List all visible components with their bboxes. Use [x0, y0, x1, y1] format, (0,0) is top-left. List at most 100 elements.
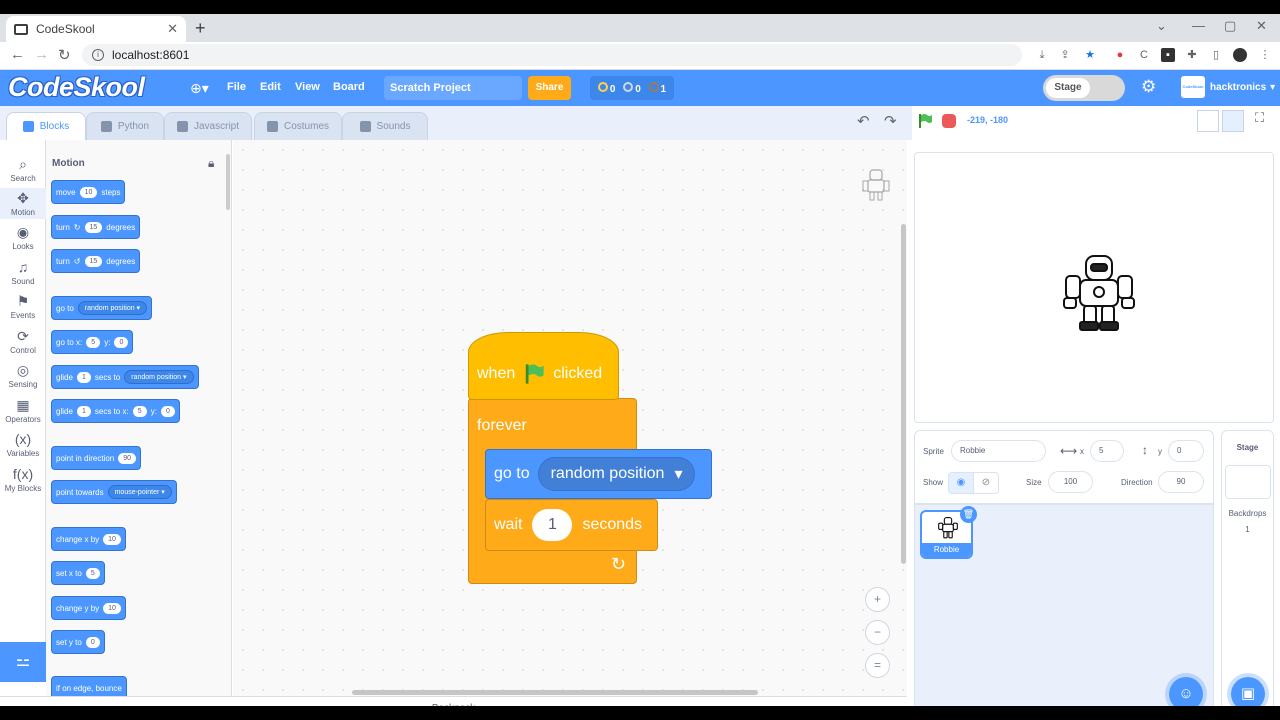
normal-stage-button[interactable]: [1222, 110, 1244, 132]
profile-avatar-icon[interactable]: [1233, 48, 1247, 62]
move-steps-input[interactable]: 10: [79, 186, 98, 198]
tab-blocks[interactable]: Blocks: [6, 112, 86, 140]
choose-sprite-button[interactable]: ☺: [1169, 677, 1203, 706]
maximize-icon[interactable]: ▢: [1224, 18, 1236, 34]
stage-thumbnail[interactable]: [1225, 465, 1271, 499]
direction-input[interactable]: 90: [1158, 471, 1204, 493]
palette-set-y-block[interactable]: set y to 0: [51, 630, 105, 654]
forward-icon[interactable]: →: [34, 46, 49, 63]
stage-mode-toggle[interactable]: Stage: [1043, 75, 1125, 101]
palette-point-direction-block[interactable]: point in direction 90: [51, 446, 142, 470]
robbie-robot-sprite[interactable]: [1060, 252, 1138, 334]
new-tab-button[interactable]: +: [195, 18, 206, 39]
wait-seconds-block[interactable]: wait 1 seconds: [485, 499, 658, 551]
back-icon[interactable]: ←: [10, 46, 25, 63]
category-events[interactable]: ⚑ Events: [0, 293, 46, 320]
tab-sounds[interactable]: Sounds: [342, 112, 428, 140]
choose-backdrop-button[interactable]: ▣: [1231, 677, 1265, 706]
gear-icon[interactable]: ⚙: [1141, 77, 1156, 97]
category-search[interactable]: ⌕ Search: [0, 156, 46, 183]
menu-file[interactable]: File: [227, 81, 246, 93]
category-sensing[interactable]: ◎ Sensing: [0, 362, 46, 389]
palette-scrollbar[interactable]: [226, 154, 230, 210]
share-button[interactable]: Share: [528, 76, 571, 100]
when-flag-clicked-block[interactable]: when clicked: [468, 332, 619, 400]
palette-change-x-block[interactable]: change x by 10: [51, 527, 126, 551]
codeskool-logo[interactable]: CodeSkool: [8, 72, 145, 103]
install-icon[interactable]: ⤓: [1035, 48, 1049, 62]
tab-costumes[interactable]: Costumes: [254, 112, 342, 140]
sidepanel-icon[interactable]: ▯: [1209, 48, 1223, 62]
category-sound[interactable]: ♫ Sound: [0, 259, 46, 286]
account-menu[interactable]: CodeSkool hacktronics ▾: [1181, 76, 1275, 98]
reload-icon[interactable]: ↻: [58, 46, 71, 64]
add-extension-button[interactable]: ⚍: [0, 642, 46, 682]
extension-c-icon[interactable]: C: [1137, 48, 1151, 62]
zoom-in-button[interactable]: +: [865, 587, 890, 612]
zoom-reset-button[interactable]: =: [865, 653, 890, 678]
palette-goto-xy-block[interactable]: go to x: 5 y: 0: [51, 330, 134, 354]
menu-view[interactable]: View: [295, 81, 320, 93]
zoom-out-button[interactable]: −: [865, 620, 890, 645]
workspace-horizontal-scrollbar[interactable]: [352, 690, 758, 695]
category-looks[interactable]: ◉ Looks: [0, 224, 46, 251]
share-page-icon[interactable]: ⇪: [1058, 48, 1072, 62]
category-my-blocks[interactable]: f(x) My Blocks: [0, 466, 46, 493]
badges-counter[interactable]: 0 0 1: [590, 76, 674, 100]
close-window-icon[interactable]: ✕: [1256, 18, 1267, 34]
palette-set-x-block[interactable]: set x to 5: [51, 561, 105, 585]
green-flag-icon[interactable]: [917, 113, 933, 129]
workspace-vertical-scrollbar[interactable]: [901, 224, 906, 564]
palette-point-towards-block[interactable]: point towards mouse-pointer ▾: [51, 480, 177, 504]
close-tab-icon[interactable]: ✕: [167, 21, 178, 37]
wait-seconds-input[interactable]: 1: [532, 509, 573, 541]
small-stage-button[interactable]: [1197, 110, 1219, 132]
undo-icon[interactable]: ↶: [857, 112, 870, 130]
browser-menu-icon[interactable]: ⋮: [1258, 48, 1272, 62]
trash-icon[interactable]: 🗑︎: [960, 506, 977, 523]
stop-button[interactable]: [942, 114, 956, 128]
category-control[interactable]: ⟳ Control: [0, 328, 46, 355]
x-position-input[interactable]: 5: [1090, 440, 1124, 462]
palette-glide-xy-block[interactable]: glide 1 secs to x: 5 y: 0: [51, 399, 180, 423]
palette-glide-random-block[interactable]: glide 1 secs to random position ▾: [51, 365, 199, 389]
menu-edit[interactable]: Edit: [260, 81, 281, 93]
lock-icon[interactable]: 🔒︎: [208, 156, 214, 171]
url-field[interactable]: i localhost:8601: [82, 44, 1022, 66]
bookmark-star-icon[interactable]: ★: [1083, 48, 1097, 62]
palette-turn-left-block[interactable]: turn ↺ 15 degrees: [51, 249, 141, 273]
info-icon[interactable]: i: [92, 49, 104, 61]
size-input[interactable]: 100: [1048, 471, 1093, 493]
show-visible-button[interactable]: ◉: [948, 472, 974, 494]
palette-goto-random-block[interactable]: go to random position ▾: [51, 296, 153, 320]
fullscreen-icon[interactable]: ⛶: [1255, 110, 1264, 126]
tab-python[interactable]: Python: [86, 112, 164, 140]
browser-tab[interactable]: CodeSkool ✕: [6, 16, 186, 42]
palette-move-block[interactable]: move 10 steps: [51, 180, 126, 204]
category-operators[interactable]: ▦ Operators: [0, 397, 46, 424]
stage-panel-title: Stage: [1236, 443, 1259, 452]
goto-target-dropdown[interactable]: random position ▾: [537, 457, 696, 491]
palette-change-y-block[interactable]: change y by 10: [51, 596, 126, 620]
palette-bounce-block[interactable]: if on edge, bounce: [51, 676, 127, 696]
category-variables[interactable]: (x) Variables: [0, 431, 46, 458]
stage-panel[interactable]: Stage Backdrops 1: [1221, 430, 1274, 706]
palette-turn-right-block[interactable]: turn ↻ 15 degrees: [51, 215, 141, 239]
minimize-icon[interactable]: —: [1192, 18, 1205, 33]
project-title-input[interactable]: Scratch Project: [384, 76, 522, 100]
backpack-bar[interactable]: Backpack: [0, 696, 907, 706]
sprite-name-input[interactable]: Robbie: [951, 440, 1046, 462]
extension-dark-icon[interactable]: ▪: [1161, 48, 1175, 62]
menu-board[interactable]: Board: [333, 81, 365, 93]
gold-medal-icon: [597, 81, 608, 92]
show-hidden-button[interactable]: ⊘: [973, 472, 999, 494]
adblock-icon[interactable]: ●: [1113, 48, 1127, 62]
language-globe-icon[interactable]: ⊕▾: [190, 80, 209, 97]
tab-search-icon[interactable]: ⌄: [1156, 18, 1167, 34]
redo-icon[interactable]: ↷: [884, 112, 897, 130]
goto-random-block[interactable]: go to random position ▾: [485, 449, 712, 499]
tab-javascript[interactable]: Javascript: [164, 112, 252, 140]
extensions-puzzle-icon[interactable]: ✚: [1185, 48, 1199, 62]
y-position-input[interactable]: 0: [1168, 440, 1204, 462]
category-motion[interactable]: ✥ Motion: [0, 188, 46, 219]
